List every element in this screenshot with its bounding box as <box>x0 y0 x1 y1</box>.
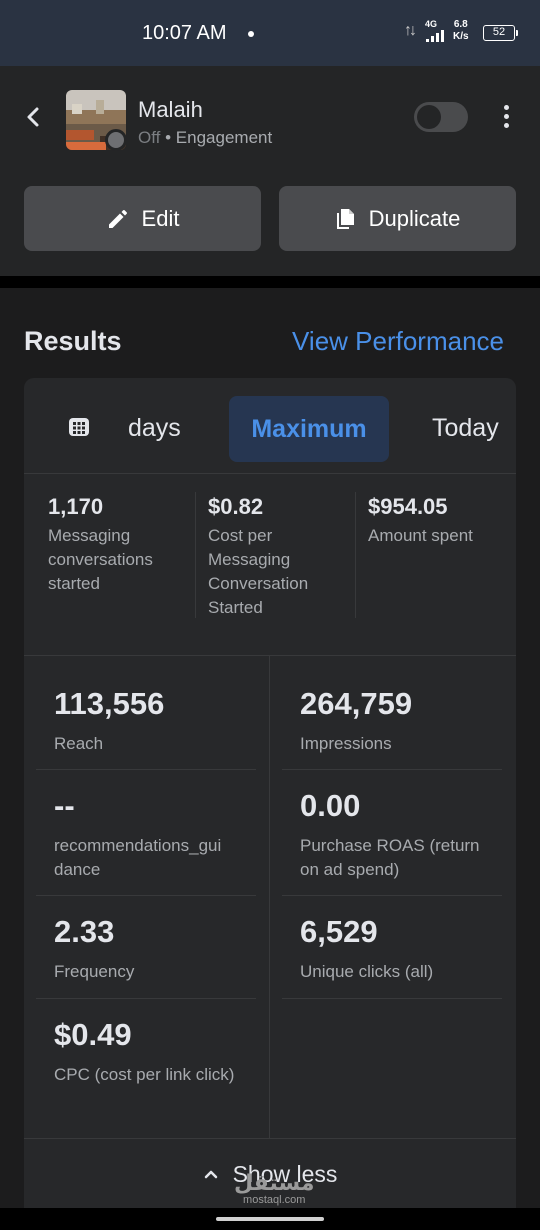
more-options-button[interactable] <box>496 102 516 132</box>
chevron-left-icon <box>27 107 39 127</box>
kpi-label: Cost per Messaging Conversation Started <box>208 526 309 617</box>
back-button[interactable] <box>18 102 48 132</box>
divider <box>282 998 502 999</box>
results-title: Results <box>24 326 122 356</box>
tab-maximum[interactable]: Maximum <box>229 396 389 462</box>
metric-cpc: $0.49 CPC (cost per link click) <box>54 1017 244 1087</box>
divider <box>36 998 256 999</box>
duplicate-button[interactable]: Duplicate <box>279 186 516 251</box>
ad-objective: Engagement <box>175 128 273 147</box>
home-indicator[interactable] <box>216 1217 324 1221</box>
date-range-tabs: days Maximum Today <box>24 378 516 474</box>
clock: 10:07 AM <box>142 22 227 44</box>
metric-reach: 113,556 Reach <box>54 686 274 756</box>
divider <box>195 492 196 618</box>
divider <box>355 492 356 618</box>
watermark: مستقل mostaql.com <box>234 1170 315 1207</box>
duplicate-label: Duplicate <box>368 205 461 231</box>
divider <box>36 895 256 896</box>
kpi-label: Amount spent <box>368 526 473 545</box>
ad-name: Malaih <box>138 97 203 122</box>
kpi-value: $0.82 <box>208 494 264 519</box>
notification-dot <box>248 31 254 37</box>
network-speed: 6.8 K/s <box>453 19 469 43</box>
metric-frequency: 2.33 Frequency <box>54 914 274 984</box>
metric-purchase-roas: 0.00 Purchase ROAS (return on ad spend) <box>300 788 500 882</box>
kpi-value: $954.05 <box>368 494 448 519</box>
speed-value: 6.8 <box>453 19 468 30</box>
results-section: Results View Performance days Maximum To… <box>0 288 540 1208</box>
metric-unique-clicks: 6,529 Unique clicks (all) <box>300 914 520 984</box>
separator-dot: • <box>165 128 172 147</box>
signal-icon <box>426 30 444 42</box>
kpi-cost-per-conversation: $0.82 Cost per Messaging Conversation St… <box>208 494 358 620</box>
results-card: days Maximum Today 1,170 Messaging conve… <box>24 378 516 1208</box>
metric-label: Frequency <box>54 962 135 981</box>
watermark-arabic: مستقل <box>234 1170 315 1195</box>
metric-recommendations: -- recommendations_gui dance <box>54 788 244 882</box>
kpi-label: Messaging conversations started <box>48 526 153 593</box>
network-type: 4G <box>425 19 438 29</box>
tab-today[interactable]: Today <box>432 414 499 443</box>
data-transfer-icon: ↑↓ <box>404 22 417 39</box>
metric-label: Purchase ROAS (return on ad spend) <box>300 836 480 879</box>
divider <box>24 1138 516 1139</box>
calendar-icon[interactable] <box>68 416 90 438</box>
battery-icon: 52 <box>483 25 518 41</box>
metric-impressions: 264,759 Impressions <box>300 686 520 756</box>
metric-value: 264,759 <box>300 686 413 721</box>
watermark-latin: mostaql.com <box>243 1194 306 1206</box>
speed-unit: K/s <box>453 31 469 42</box>
tab-days[interactable]: days <box>128 414 181 443</box>
status-bar: 10:07 AM ↑↓ 4G 6.8 K/s 52 <box>0 0 540 66</box>
kpi-value: 1,170 <box>48 494 104 519</box>
ad-header: Malaih Off • Engagement Edit Duplicate <box>0 66 540 276</box>
divider <box>24 655 516 656</box>
divider <box>282 895 502 896</box>
metric-value: $0.49 <box>54 1017 132 1052</box>
more-vertical-icon <box>496 105 516 128</box>
edit-button[interactable]: Edit <box>24 186 261 251</box>
metric-value: -- <box>54 788 75 823</box>
metric-label: recommendations_gui dance <box>54 836 222 879</box>
ad-status-toggle[interactable] <box>414 102 468 132</box>
pencil-icon <box>108 209 127 228</box>
toggle-knob <box>417 105 441 129</box>
divider <box>36 769 256 770</box>
kpi-messaging-conversations: 1,170 Messaging conversations started <box>48 494 193 596</box>
metric-label: Unique clicks (all) <box>300 962 434 981</box>
metric-label: Impressions <box>300 734 392 753</box>
view-performance-link[interactable]: View Performance <box>292 326 504 357</box>
metric-label: CPC (cost per link click) <box>54 1065 235 1084</box>
metric-value: 0.00 <box>300 788 361 823</box>
metric-value: 2.33 <box>54 914 115 949</box>
kpi-amount-spent: $954.05 Amount spent <box>368 494 508 548</box>
metric-value: 113,556 <box>54 686 165 721</box>
copy-icon <box>336 208 354 229</box>
ad-subtitle: Off • Engagement <box>138 128 272 148</box>
metric-value: 6,529 <box>300 914 378 949</box>
edit-label: Edit <box>141 205 180 231</box>
status-indicator <box>105 129 127 151</box>
ad-status: Off <box>138 128 161 147</box>
divider <box>282 769 502 770</box>
chevron-up-icon <box>204 1170 217 1179</box>
metric-label: Reach <box>54 734 104 753</box>
